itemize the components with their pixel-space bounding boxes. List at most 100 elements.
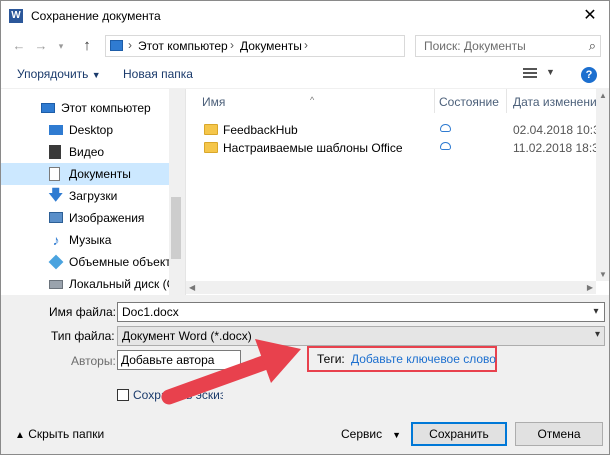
forward-arrow-icon[interactable]: → [33, 38, 49, 54]
dialog-footer: ▲ Скрыть папки Сервис ▼ Сохранить Отмена [1, 413, 609, 454]
organize-button[interactable]: Упорядочить ▼ [17, 67, 101, 81]
table-row[interactable]: Настраиваемые шаблоны Office 11.02.2018 … [186, 139, 606, 157]
file-date: 11.02.2018 18:39 [513, 141, 606, 155]
chevron-down-icon: ▾ [594, 329, 600, 340]
cancel-button[interactable]: Отмена [515, 422, 603, 446]
breadcrumb-this-pc[interactable]: Этот компьютер [138, 39, 228, 53]
scroll-left-icon[interactable]: ◀ [189, 283, 195, 292]
column-name-label: Имя [202, 95, 226, 109]
help-icon[interactable]: ? [581, 67, 597, 83]
tools-label: Сервис [341, 427, 383, 441]
up-arrow-icon[interactable]: ↑ [79, 38, 95, 54]
search-placeholder: Поиск: Документы [424, 39, 526, 53]
sidebar-item-label: Документы [69, 167, 131, 181]
chevron-right-icon: › [230, 38, 234, 52]
save-thumbnail-checkbox[interactable] [117, 389, 129, 401]
save-dialog: W Сохранение документа ✕ ← → ▾ ↑ › Этот … [0, 0, 610, 455]
file-name: Настраиваемые шаблоны Office [223, 141, 403, 155]
address-bar[interactable]: › Этот компьютер › Документы › ▾ ↻ [105, 35, 503, 57]
close-icon[interactable]: ✕ [579, 5, 601, 27]
sidebar-item-local-disk[interactable]: Локальный диск (C: [1, 273, 179, 295]
file-list-horizontal-scrollbar[interactable]: ◀ ▶ [186, 281, 596, 294]
sidebar-item-label: Desktop [69, 123, 114, 137]
new-folder-button[interactable]: Новая папка [123, 67, 193, 81]
chevron-down-icon: ▼ [91, 70, 101, 80]
chevron-right-icon: › [128, 38, 132, 52]
authors-label: Авторы: [71, 354, 116, 368]
sidebar-item-desktop[interactable]: Desktop [1, 119, 171, 141]
sidebar-item-documents[interactable]: Документы [1, 163, 171, 185]
sidebar-scrollbar[interactable] [169, 89, 183, 295]
sidebar-item-pictures[interactable]: Изображения [1, 207, 171, 229]
sidebar-item-label: Этот компьютер [61, 101, 151, 115]
scroll-down-icon[interactable]: ▼ [599, 270, 607, 279]
sidebar-item-music[interactable]: ♪ Музыка [1, 229, 171, 251]
scroll-right-icon[interactable]: ▶ [587, 283, 593, 292]
3d-objects-icon [48, 254, 64, 270]
recent-dropdown-icon[interactable]: ▾ [53, 38, 69, 54]
hide-folders-label: Скрыть папки [28, 427, 105, 441]
sidebar-item-label: Объемные объекты [69, 255, 180, 269]
chevron-down-icon: ▼ [392, 430, 402, 440]
file-list-vertical-scrollbar[interactable]: ▲ ▼ [596, 89, 609, 281]
computer-icon [41, 103, 55, 113]
filetype-label: Тип файла: [51, 329, 115, 343]
cloud-icon [440, 142, 451, 150]
chevron-right-icon: › [304, 38, 308, 52]
search-icon: ⌕ [588, 38, 596, 53]
tags-field[interactable]: Добавьте ключевое слово [351, 352, 496, 366]
save-button[interactable]: Сохранить [411, 422, 507, 446]
downloads-icon: 🡇 [48, 187, 64, 204]
view-options-icon[interactable] [523, 68, 537, 80]
desktop-icon [49, 125, 63, 135]
title-bar: W Сохранение документа ✕ [1, 1, 609, 31]
table-row[interactable]: FeedbackHub 02.04.2018 10:35 [186, 121, 606, 139]
sidebar-item-label: Музыка [69, 233, 112, 247]
hide-folders-button[interactable]: ▲ Скрыть папки [15, 427, 104, 441]
sidebar-item-downloads[interactable]: 🡇 Загрузки [1, 185, 171, 207]
column-header-date[interactable]: Дата изменения [507, 89, 603, 113]
sidebar-item-3d-objects[interactable]: Объемные объекты [1, 251, 179, 273]
computer-icon [110, 40, 123, 51]
drive-icon [49, 280, 63, 289]
documents-icon [49, 167, 60, 181]
command-toolbar: Упорядочить ▼ Новая папка ▼ ? [1, 61, 609, 89]
chevron-up-icon: ▲ [15, 430, 25, 441]
tags-highlight-box: Теги: Добавьте ключевое слово [307, 346, 497, 372]
folder-icon [204, 142, 218, 153]
tags-label: Теги: [317, 352, 345, 366]
video-icon [49, 145, 61, 159]
file-list: ^ Имя Состояние Дата изменения FeedbackH… [185, 89, 609, 295]
organize-label: Упорядочить [17, 67, 89, 81]
search-input[interactable]: Поиск: Документы ⌕ [415, 35, 601, 57]
scroll-up-icon[interactable]: ▲ [599, 91, 607, 100]
column-date-label: Дата изменения [513, 95, 604, 109]
filename-value: Doc1.docx [122, 305, 179, 319]
sidebar-item-label: Загрузки [69, 189, 118, 203]
sidebar-item-label: Локальный диск (C: [69, 277, 179, 291]
column-header-status[interactable]: Состояние [435, 89, 507, 113]
sidebar-item-video[interactable]: Видео [1, 141, 171, 163]
filename-label: Имя файла: [49, 305, 116, 319]
cloud-icon [440, 124, 451, 132]
column-status-label: Состояние [439, 95, 499, 109]
pictures-icon [49, 212, 63, 223]
sort-ascending-icon: ^ [310, 95, 315, 105]
navigation-pane: Этот компьютер Desktop Видео Документы 🡇… [1, 89, 183, 295]
tools-button[interactable]: Сервис ▼ [341, 427, 401, 441]
sidebar-item-this-pc[interactable]: Этот компьютер [1, 97, 171, 119]
chevron-down-icon[interactable]: ▼ [546, 67, 555, 77]
navigation-bar: ← → ▾ ↑ › Этот компьютер › Документы › ▾… [1, 31, 609, 61]
column-header-name[interactable]: ^ Имя [186, 89, 436, 113]
window-title: Сохранение документа [31, 9, 161, 23]
scrollbar-thumb[interactable] [171, 197, 181, 259]
file-date: 02.04.2018 10:35 [513, 123, 607, 137]
music-icon: ♪ [52, 232, 60, 248]
back-arrow-icon[interactable]: ← [11, 38, 27, 54]
annotation-arrow [161, 339, 301, 405]
word-icon: W [9, 9, 23, 23]
chevron-down-icon[interactable]: ▾ [588, 303, 604, 321]
file-name: FeedbackHub [223, 123, 298, 137]
filename-field[interactable]: Doc1.docx ▾ [117, 302, 605, 322]
breadcrumb-documents[interactable]: Документы [240, 39, 302, 53]
